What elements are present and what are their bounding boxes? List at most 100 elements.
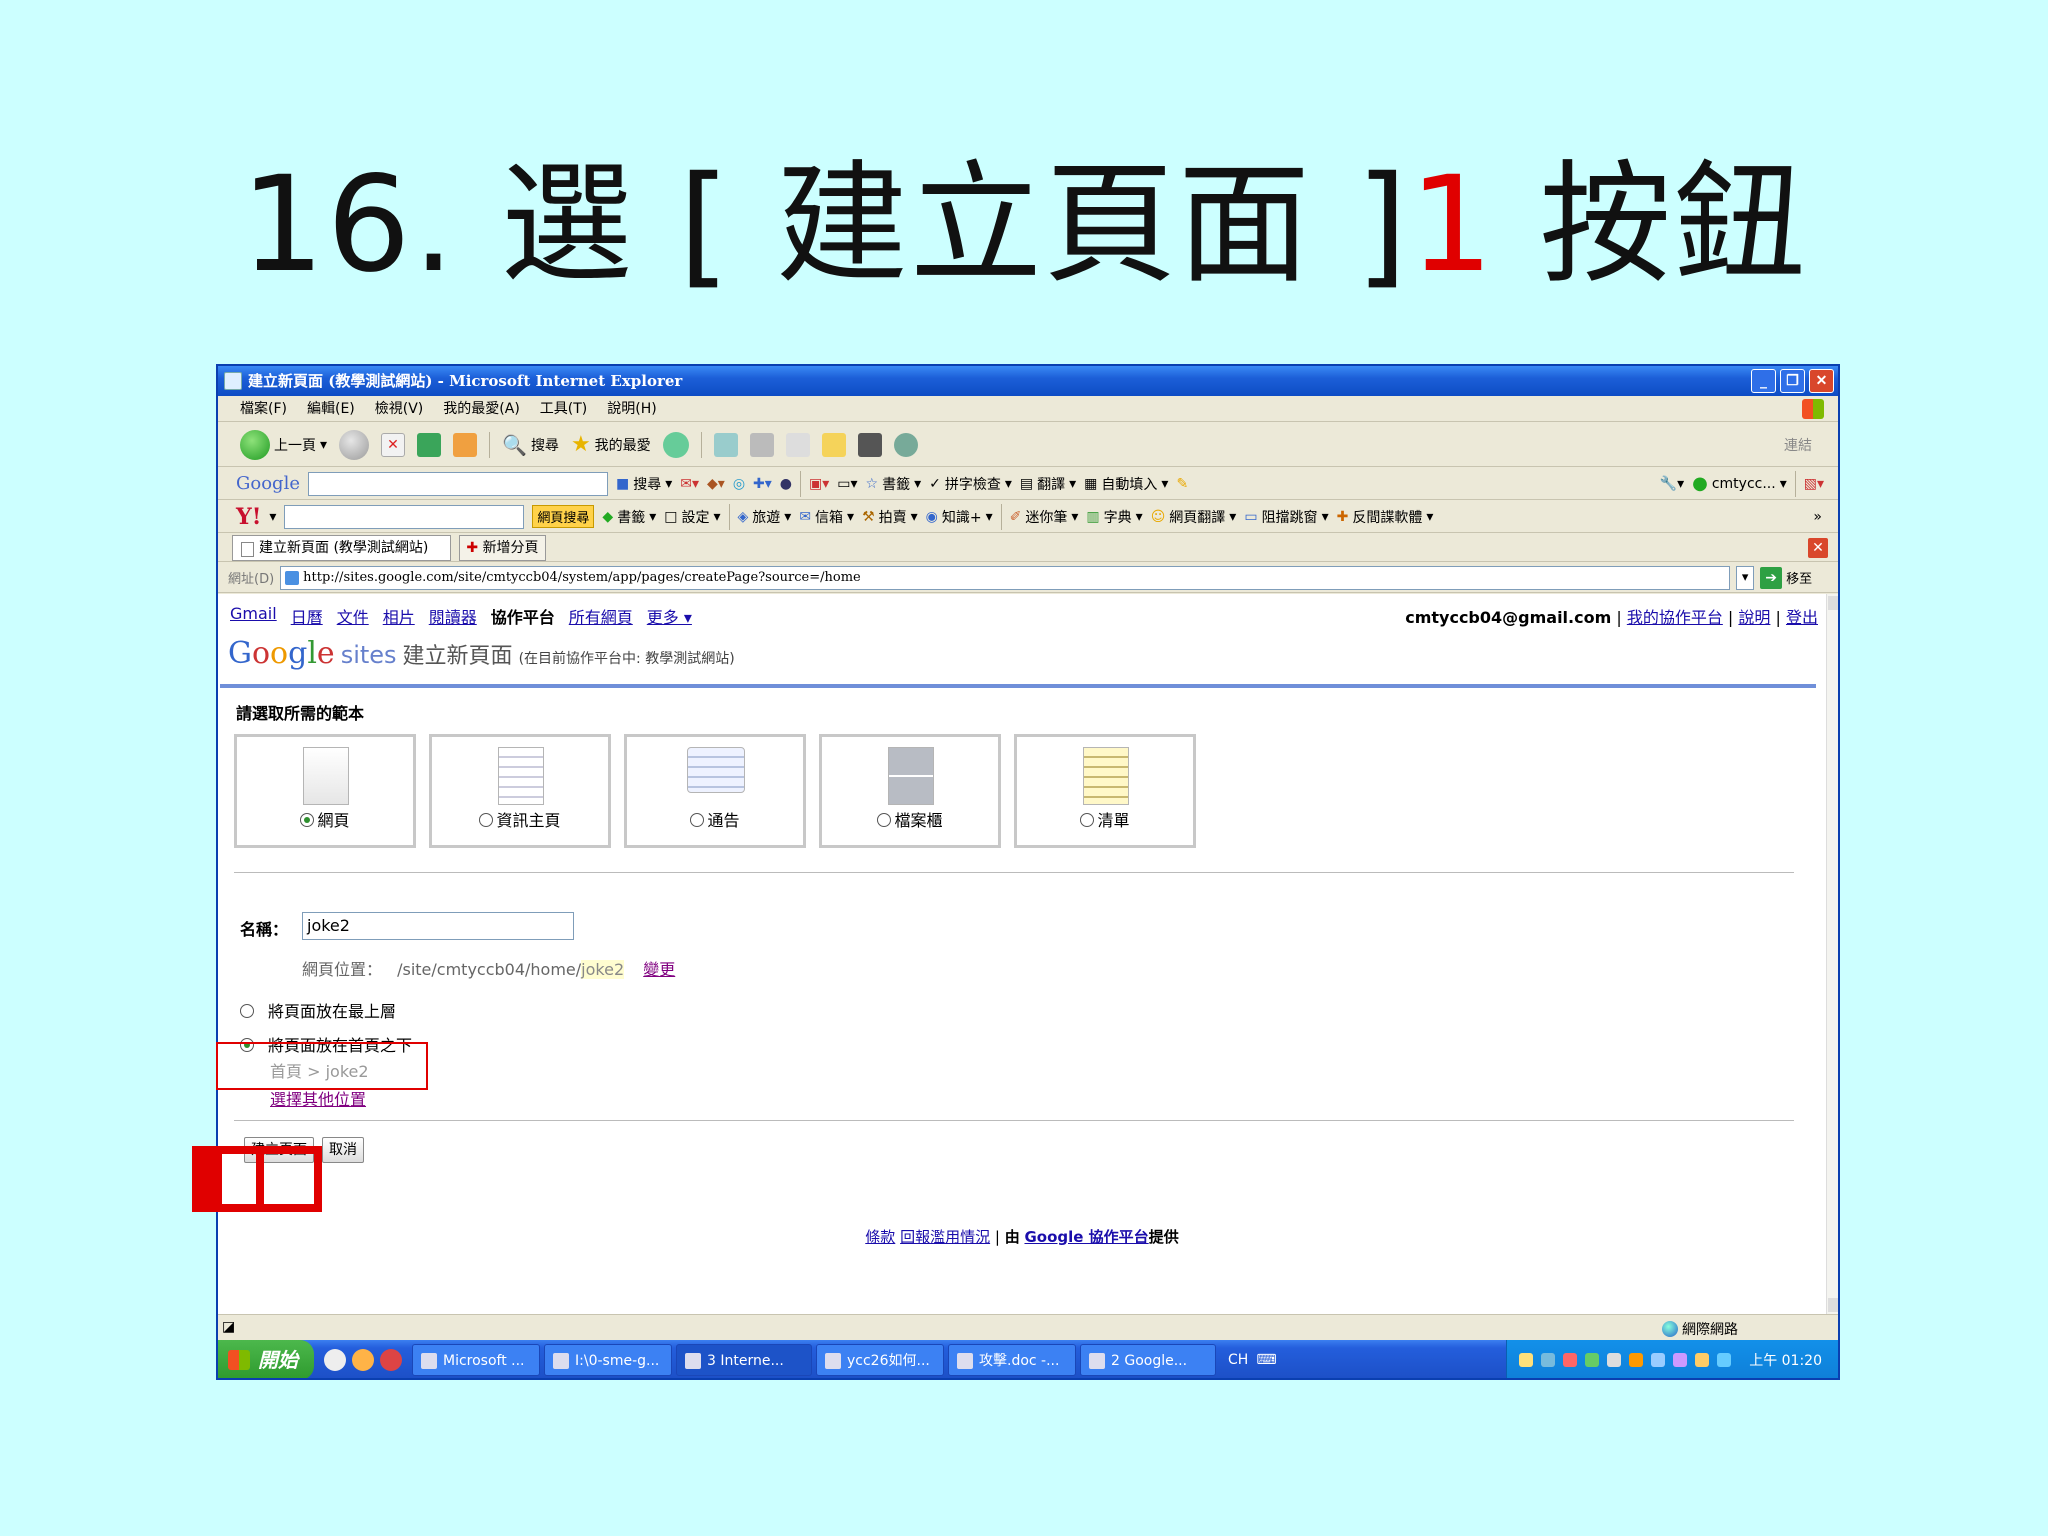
name-input[interactable]: joke2 xyxy=(302,912,574,940)
cancel-button[interactable]: 取消 xyxy=(322,1137,364,1163)
autofill-button[interactable]: ▦ 自動填入 ▾ xyxy=(1084,474,1168,494)
template-radio[interactable] xyxy=(690,813,705,827)
spellcheck-button[interactable]: ✓ 拼字檢查 ▾ xyxy=(929,474,1012,494)
messenger-icon[interactable] xyxy=(893,432,918,457)
yahoo-popup-block-button[interactable]: ▭ 阻擋跳窗 ▾ xyxy=(1244,507,1328,527)
tray-icon[interactable] xyxy=(1541,1353,1556,1367)
tray-icon[interactable] xyxy=(1629,1353,1644,1367)
nav-more[interactable]: 更多 ▾ xyxy=(647,604,692,628)
search-button[interactable]: 🔍 搜尋 xyxy=(502,433,559,457)
nav-calendar[interactable]: 日曆 xyxy=(291,604,323,628)
research-icon[interactable] xyxy=(857,432,882,457)
wrench-icon[interactable]: 🔧▾ xyxy=(1660,476,1684,492)
spiral-icon[interactable]: ◎ xyxy=(733,476,745,492)
tray-icon[interactable] xyxy=(1585,1353,1600,1367)
option-top-level[interactable]: 將頁面放在最上層 xyxy=(240,998,396,1022)
template-dashboard[interactable]: 資訊主頁 xyxy=(429,734,611,848)
menu-edit[interactable]: 編輯(E) xyxy=(307,396,355,421)
google-bookmarks-button[interactable]: ☆ 書籤 ▾ xyxy=(866,474,922,494)
address-input[interactable]: http://sites.google.com/site/cmtyccb04/s… xyxy=(280,565,1731,590)
task-doc1[interactable]: ycc26如何... xyxy=(816,1344,944,1376)
template-announcements[interactable]: 通告 xyxy=(624,734,806,848)
pencil-icon[interactable]: ✎ xyxy=(1176,476,1188,492)
yahoo-settings-button[interactable]: □ 設定 ▾ xyxy=(664,507,720,527)
template-list[interactable]: 清單 xyxy=(1014,734,1196,848)
refresh-icon[interactable] xyxy=(417,432,442,457)
yahoo-notes-button[interactable]: ✐ 迷你筆 ▾ xyxy=(1010,507,1079,527)
template-radio[interactable] xyxy=(479,813,494,827)
change-link[interactable]: 變更 xyxy=(643,960,675,979)
yahoo-logo[interactable]: Y! xyxy=(236,504,261,530)
close-button[interactable]: ✕ xyxy=(1809,369,1834,393)
menu-favorites[interactable]: 我的最愛(A) xyxy=(443,396,520,421)
favorites-button[interactable]: ★ 我的最愛 xyxy=(571,432,651,457)
yahoo-travel-button[interactable]: ◈ 旅遊 ▾ xyxy=(738,507,792,527)
task-doc2[interactable]: 攻擊.doc -... xyxy=(948,1344,1076,1376)
highlight-icon[interactable]: ▭▾ xyxy=(837,476,857,492)
template-filecabinet[interactable]: 檔案櫃 xyxy=(819,734,1001,848)
task-folder[interactable]: I:\0-sme-g... xyxy=(544,1344,672,1376)
google-sites-logo[interactable]: Google xyxy=(228,636,335,671)
google-account-button[interactable]: ● cmtycc... ▾ xyxy=(1692,473,1787,494)
menu-view[interactable]: 檢視(V) xyxy=(375,396,424,421)
window-titlebar[interactable]: 建立新頁面 (教學測試網站) - Microsoft Internet Expl… xyxy=(218,366,1838,396)
chrome-icon[interactable] xyxy=(380,1349,402,1371)
tray-icon[interactable] xyxy=(1563,1353,1578,1367)
gmail-icon[interactable]: ✉▾ xyxy=(680,476,699,492)
nav-all-pages[interactable]: 所有網頁 xyxy=(569,604,633,628)
history-icon[interactable] xyxy=(662,431,689,458)
google-sites-link[interactable]: Google 協作平台 xyxy=(1024,1228,1148,1246)
yahoo-page-translate-button[interactable]: ☺ 網頁翻譯 ▾ xyxy=(1151,507,1237,527)
start-button[interactable]: 開始 xyxy=(218,1340,314,1378)
clock[interactable]: 上午 01:20 xyxy=(1749,1350,1822,1370)
edit-icon[interactable] xyxy=(785,432,810,457)
nav-gmail[interactable]: Gmail xyxy=(230,604,277,628)
address-dropdown-icon[interactable]: ▾ xyxy=(1736,565,1755,590)
task-ie[interactable]: 3 Interne... xyxy=(676,1344,812,1376)
yahoo-auction-button[interactable]: ⚒ 拍賣 ▾ xyxy=(862,507,918,527)
tray-icon[interactable] xyxy=(1695,1353,1710,1367)
yahoo-search-input[interactable] xyxy=(284,504,525,529)
back-button[interactable]: 上一頁 ▾ xyxy=(240,429,327,460)
tray-icon[interactable] xyxy=(1717,1353,1732,1367)
yahoo-antispy-button[interactable]: ✚ 反間諜軟體 ▾ xyxy=(1337,507,1434,527)
new-tab-button[interactable]: ✚ 新增分頁 xyxy=(459,534,546,561)
top-level-radio[interactable] xyxy=(240,1004,254,1018)
toolbar-tools-icon[interactable]: ◆▾ xyxy=(707,476,725,492)
report-abuse-link[interactable]: 回報濫用情況 xyxy=(900,1228,990,1246)
google-search-button[interactable]: ■ 搜尋 ▾ xyxy=(616,474,672,494)
stop-icon[interactable]: ✕ xyxy=(381,432,406,457)
yahoo-knowledge-button[interactable]: ◉ 知識+ ▾ xyxy=(926,507,993,527)
my-sites-link[interactable]: 我的協作平台 xyxy=(1627,608,1723,627)
nav-reader[interactable]: 閱讀器 xyxy=(429,604,477,628)
template-webpage[interactable]: 網頁 xyxy=(234,734,416,848)
template-radio[interactable] xyxy=(300,813,315,827)
menu-file[interactable]: 檔案(F) xyxy=(240,396,287,421)
yahoo-dictionary-button[interactable]: ▥ 字典 ▾ xyxy=(1086,507,1142,527)
menu-tools[interactable]: 工具(T) xyxy=(540,396,587,421)
tray-icon[interactable] xyxy=(1519,1353,1534,1367)
template-radio[interactable] xyxy=(877,813,892,827)
keyboard-icon[interactable]: ⌨ xyxy=(1256,1352,1276,1368)
language-indicator[interactable]: CH xyxy=(1228,1352,1248,1368)
tray-icon[interactable] xyxy=(1607,1353,1622,1367)
chevron-more-icon[interactable]: » xyxy=(1813,509,1822,525)
print-icon[interactable] xyxy=(749,432,774,457)
tab-active[interactable]: 建立新頁面 (教學測試網站) xyxy=(232,534,452,561)
google-toolbar-search-input[interactable] xyxy=(307,471,608,496)
terms-link[interactable]: 條款 xyxy=(865,1228,895,1246)
tab-close-button[interactable]: ✕ xyxy=(1808,538,1828,558)
links-label[interactable]: 連結 xyxy=(1784,435,1812,455)
mail-icon[interactable] xyxy=(713,432,738,457)
pdf-icon[interactable]: ▧▾ xyxy=(1804,476,1824,492)
task-excel[interactable]: Microsoft ... xyxy=(412,1344,540,1376)
globe-icon[interactable]: ● xyxy=(780,476,792,492)
home-icon[interactable] xyxy=(453,432,478,457)
nav-docs[interactable]: 文件 xyxy=(337,604,369,628)
nav-photos[interactable]: 相片 xyxy=(383,604,415,628)
translate-button[interactable]: ▤ 翻譯 ▾ xyxy=(1020,474,1076,494)
tray-icon[interactable] xyxy=(1673,1353,1688,1367)
menu-help[interactable]: 說明(H) xyxy=(607,396,656,421)
help-link[interactable]: 說明 xyxy=(1738,608,1770,627)
go-button[interactable]: ➔ 移至 xyxy=(1760,566,1812,589)
